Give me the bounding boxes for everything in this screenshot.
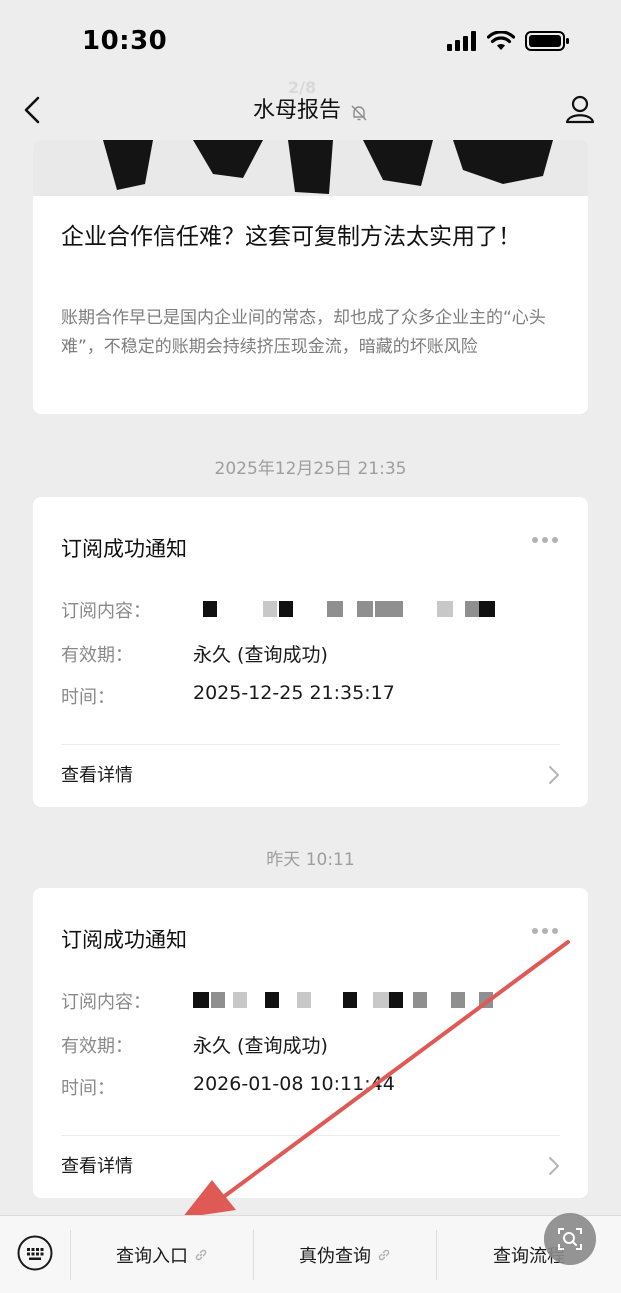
cellular-signal-icon [447,31,476,51]
validity-value: 永久 (查询成功) [193,1035,328,1057]
message-timestamp: 昨天 10:11 [266,850,355,870]
profile-icon[interactable] [565,94,595,124]
status-icons [447,30,571,52]
menu-item-query-entry[interactable]: 查询入口 [71,1216,253,1293]
time-value: 2026-01-08 10:11:44 [193,1073,395,1095]
time-label: 时间： [61,1078,115,1099]
view-details-link[interactable]: 查看详情 [61,761,133,787]
keyboard-icon[interactable] [16,1234,54,1272]
divider [61,744,560,745]
menu-item-label: 查询入口 [116,1246,188,1267]
redacted-content [193,992,513,1008]
more-options-icon[interactable] [532,928,558,934]
status-time: 10:30 [82,26,168,56]
scan-search-icon[interactable] [544,1213,596,1265]
message-timestamp: 2025年12月25日 21:35 [214,459,407,479]
nav-title-wrap: 水母报告 [0,92,621,124]
bottom-menu: 查询入口 真伪查询 查询流程 [0,1215,621,1293]
nav-title: 水母报告 [252,98,341,123]
article-cover-image [33,140,588,196]
subscription-notice-card[interactable]: 订阅成功通知 订阅内容： 有效期： 永久 (查询成功) 时间： 2025-12-… [33,497,588,807]
divider [61,1135,560,1136]
link-icon [195,1249,207,1261]
menu-item-authenticity-check[interactable]: 真伪查询 [254,1216,436,1293]
validity-label: 有效期： [61,1036,133,1057]
time-label: 时间： [61,687,115,708]
more-options-icon[interactable] [532,537,558,543]
content-label: 订阅内容： [61,992,151,1013]
notice-title: 订阅成功通知 [61,537,187,561]
validity-label: 有效期： [61,645,133,666]
notice-title: 订阅成功通知 [61,928,187,952]
article-description: 账期合作早已是国内企业间的常态，却也成了众多企业主的“心头难”，不稳定的账期会持… [61,308,546,357]
link-icon [378,1249,390,1261]
muted-bell-icon [351,105,367,120]
article-card[interactable]: 企业合作信任难？这套可复制方法太实用了！ 账期合作早已是国内企业间的常态，却也成… [33,140,588,414]
chevron-right-icon [549,1157,559,1175]
nav-bar: 2/8 水母报告 [0,78,621,136]
battery-icon [525,31,569,51]
subscription-notice-card[interactable]: 订阅成功通知 订阅内容： 有效期： 永久 (查询成功) 时间： 2026-01-… [33,888,588,1198]
view-details-link[interactable]: 查看详情 [61,1152,133,1178]
menu-item-label: 真伪查询 [299,1246,371,1267]
article-title: 企业合作信任难？这套可复制方法太实用了！ [61,224,521,250]
content-label: 订阅内容： [61,601,151,622]
wifi-icon [487,31,515,50]
redacted-content [193,601,513,617]
validity-value: 永久 (查询成功) [193,644,328,666]
time-value: 2025-12-25 21:35:17 [193,682,395,704]
status-bar: 10:30 [0,0,621,84]
chevron-right-icon [549,766,559,784]
